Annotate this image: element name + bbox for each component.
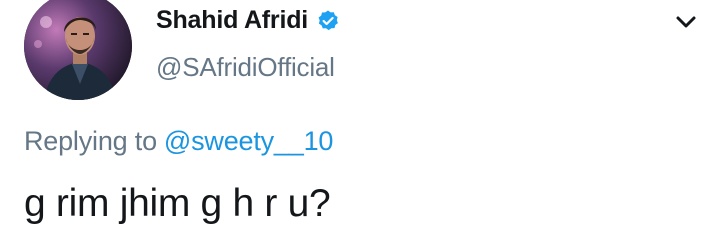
author-handle[interactable]: @SAfridiOfficial — [156, 52, 335, 83]
replying-to-label: Replying to — [24, 126, 157, 156]
tweet-text: g rim jhim g h r u? — [24, 182, 331, 225]
replying-to-line: Replying to @sweety__10 — [24, 126, 333, 157]
author-row: Shahid Afridi — [156, 6, 340, 35]
profile-photo-icon — [24, 0, 132, 100]
verified-badge-icon — [318, 10, 338, 30]
chevron-down-icon[interactable] — [672, 8, 700, 36]
reply-mention-link[interactable]: @sweety__10 — [164, 126, 334, 156]
tweet-card: Shahid Afridi @SAfridiOfficial Replying … — [0, 0, 720, 240]
author-name[interactable]: Shahid Afridi — [156, 6, 308, 35]
avatar[interactable] — [24, 0, 132, 100]
